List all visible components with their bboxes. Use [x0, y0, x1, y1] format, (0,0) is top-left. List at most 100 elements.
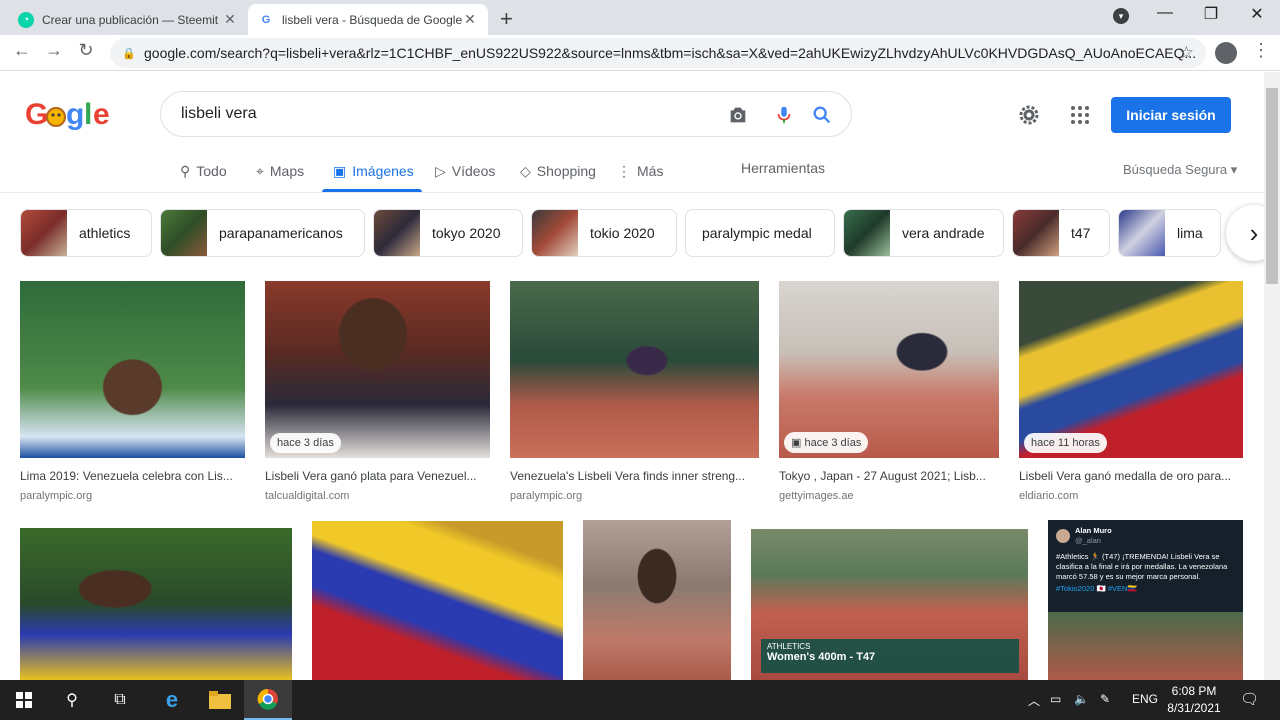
microphone-icon[interactable] — [773, 104, 795, 126]
pen-icon[interactable]: ✎ — [1100, 692, 1110, 706]
search-input[interactable] — [181, 105, 701, 123]
image-result[interactable]: Venezuela's Lisbeli Vera finds inner str… — [510, 281, 759, 502]
more-vert-icon: ⋮ — [617, 162, 631, 179]
image-result[interactable]: Alan Muro @_alan #Athletics 🏃 (T47) ¡TREM… — [1048, 520, 1243, 680]
close-icon[interactable]: ✕ — [462, 11, 478, 28]
language-indicator[interactable]: ENG — [1132, 692, 1158, 706]
search-type-tabs: ⚲ Todo ⌖ Maps ▣ Imágenes ▷ Vídeos ◇ Shopping … — [0, 150, 1280, 193]
chip-tokyo-2020[interactable]: tokyo 2020 — [373, 209, 523, 257]
url-text[interactable]: google.com/search?q=lisbeli+vera&rlz=1C1… — [144, 45, 1206, 61]
edge-icon[interactable]: e — [148, 680, 196, 720]
tab-maps[interactable]: ⌖ Maps — [256, 160, 304, 182]
safesearch-dropdown[interactable]: Búsqueda Segura ▾ — [1123, 162, 1237, 178]
profile-avatar-icon[interactable] — [1215, 42, 1237, 64]
tweet-thumbnail: Alan Muro @_alan #Athletics 🏃 (T47) ¡TREM… — [1048, 520, 1243, 680]
image-result[interactable]: ATHLETICS Women's 400m - T47 — [751, 529, 1028, 680]
chip-t47[interactable]: t47 — [1012, 209, 1110, 257]
tweet-text: #Athletics 🏃 (T47) ¡TREMENDA! Lisbeli Ve… — [1056, 552, 1228, 581]
search-box[interactable] — [160, 91, 852, 137]
close-icon[interactable]: ✕ — [222, 11, 238, 28]
image-result[interactable] — [312, 521, 563, 680]
search-icon[interactable] — [811, 104, 833, 126]
bookmark-star-icon[interactable]: ☆ — [1179, 43, 1194, 63]
tab-mas[interactable]: ⋮ Más — [617, 160, 663, 182]
tools-button[interactable]: Herramientas — [741, 160, 825, 176]
page-scrollbar[interactable] — [1264, 72, 1280, 680]
chip-label: paralympic medal — [702, 225, 812, 241]
image-result[interactable] — [20, 528, 292, 680]
chip-parapanamericanos[interactable]: parapanamericanos — [160, 209, 365, 257]
result-caption[interactable]: Lisbeli Vera ganó medalla de oro para... — [1019, 469, 1243, 483]
tab-todo[interactable]: ⚲ Todo — [180, 160, 227, 182]
forward-icon[interactable]: → — [42, 40, 66, 61]
google-doodle-logo[interactable]: G g l e — [24, 96, 116, 132]
tag-icon: ◇ — [520, 162, 531, 179]
time-badge: hace 11 horas — [1024, 433, 1107, 453]
tab-google-search[interactable]: G lisbeli vera - Búsqueda de Google ✕ — [248, 4, 488, 35]
network-icon[interactable]: ▭ — [1050, 692, 1061, 706]
tab-steemit[interactable]: ◔ Crear una publicación — Steemit ✕ — [8, 4, 248, 35]
settings-gear-icon[interactable] — [1017, 103, 1041, 127]
chevron-up-icon[interactable]: ︿ — [1028, 692, 1040, 709]
result-caption[interactable]: Lisbeli Vera ganó plata para Venezuel... — [265, 469, 490, 483]
clock-time: 6:08 PM — [1171, 684, 1217, 698]
reload-icon[interactable]: ↻ — [74, 40, 98, 61]
badge-text: hace 3 días — [804, 437, 862, 449]
chip-thumbnail — [374, 210, 420, 256]
google-g-icon: G — [261, 13, 271, 26]
chip-tokio-2020[interactable]: tokio 2020 — [531, 209, 677, 257]
result-thumbnail — [20, 281, 245, 458]
active-tab-indicator — [322, 189, 422, 192]
svg-text:l: l — [84, 98, 92, 131]
result-thumbnail — [20, 528, 292, 680]
chip-lima[interactable]: lima — [1118, 209, 1221, 257]
result-source: paralympic.org — [510, 490, 583, 502]
scrollbar-thumb[interactable] — [1266, 88, 1278, 284]
result-caption[interactable]: Tokyo , Japan - 27 August 2021; Lisb... — [779, 469, 999, 483]
chip-vera-andrade[interactable]: vera andrade — [843, 209, 1004, 257]
window-close-button[interactable]: ✕ — [1234, 4, 1280, 24]
image-result[interactable]: hace 11 horas Lisbeli Vera ganó medalla … — [1019, 281, 1243, 502]
signin-button[interactable]: Iniciar sesión — [1111, 97, 1231, 133]
result-caption[interactable]: Venezuela's Lisbeli Vera finds inner str… — [510, 469, 759, 483]
chip-paralympic-medal[interactable]: paralympic medal — [685, 209, 835, 257]
chip-thumbnail — [844, 210, 890, 256]
notification-icon[interactable]: 🗨 — [1240, 690, 1259, 708]
tab-videos[interactable]: ▷ Vídeos — [435, 160, 495, 182]
image-result[interactable] — [583, 520, 731, 680]
result-thumbnail: hace 11 horas — [1019, 281, 1243, 458]
apps-grid-icon[interactable] — [1068, 103, 1092, 127]
image-result[interactable]: hace 3 días Lisbeli Vera ganó plata para… — [265, 281, 490, 502]
chip-label: tokyo 2020 — [432, 225, 501, 241]
tab-search-icon[interactable]: ▾ — [1113, 8, 1129, 24]
back-icon[interactable]: ← — [10, 40, 34, 61]
tab-shopping[interactable]: ◇ Shopping — [520, 160, 596, 182]
search-icon[interactable]: ⚲ — [48, 680, 96, 720]
new-tab-button[interactable]: + — [500, 6, 513, 32]
file-explorer-icon[interactable] — [196, 680, 244, 720]
restore-button[interactable]: ❐ — [1188, 4, 1234, 24]
browser-menu-icon[interactable]: ⋮ — [1252, 40, 1270, 61]
chrome-icon[interactable] — [244, 680, 292, 720]
chip-thumbnail — [532, 210, 578, 256]
task-view-icon[interactable]: ⧉ — [96, 680, 144, 720]
tab-imagenes[interactable]: ▣ Imágenes — [333, 160, 414, 182]
broadcast-overlay: ATHLETICS Women's 400m - T47 — [761, 639, 1019, 673]
chip-thumbnail — [1119, 210, 1165, 256]
image-result[interactable]: Lima 2019: Venezuela celebra con Lis... … — [20, 281, 245, 502]
tab-label: Maps — [269, 163, 305, 179]
camera-icon[interactable] — [727, 104, 749, 126]
chip-athletics[interactable]: athletics — [20, 209, 152, 257]
volume-icon[interactable]: 🔈 — [1074, 692, 1089, 706]
svg-text:g: g — [66, 98, 84, 131]
minimize-button[interactable]: — — [1142, 4, 1188, 22]
result-caption[interactable]: Lima 2019: Venezuela celebra con Lis... — [20, 469, 245, 483]
image-result[interactable]: ▣ hace 3 días Tokyo , Japan - 27 August … — [779, 281, 999, 502]
address-bar[interactable]: 🔒 google.com/search?q=lisbeli+vera&rlz=1… — [110, 38, 1206, 68]
windows-taskbar: ⚲ ⧉ e ︿ ▭ 🔈 ✎ ENG 6:08 PM 8/31/2021 🗨 — [0, 680, 1280, 720]
windows-start-icon[interactable] — [0, 680, 48, 720]
result-source: talcualdigital.com — [265, 490, 350, 502]
tab-title: lisbeli vera - Búsqueda de Google — [282, 12, 462, 27]
clock[interactable]: 6:08 PM 8/31/2021 — [1166, 683, 1222, 717]
result-thumbnail: ▣ hace 3 días — [779, 281, 999, 458]
